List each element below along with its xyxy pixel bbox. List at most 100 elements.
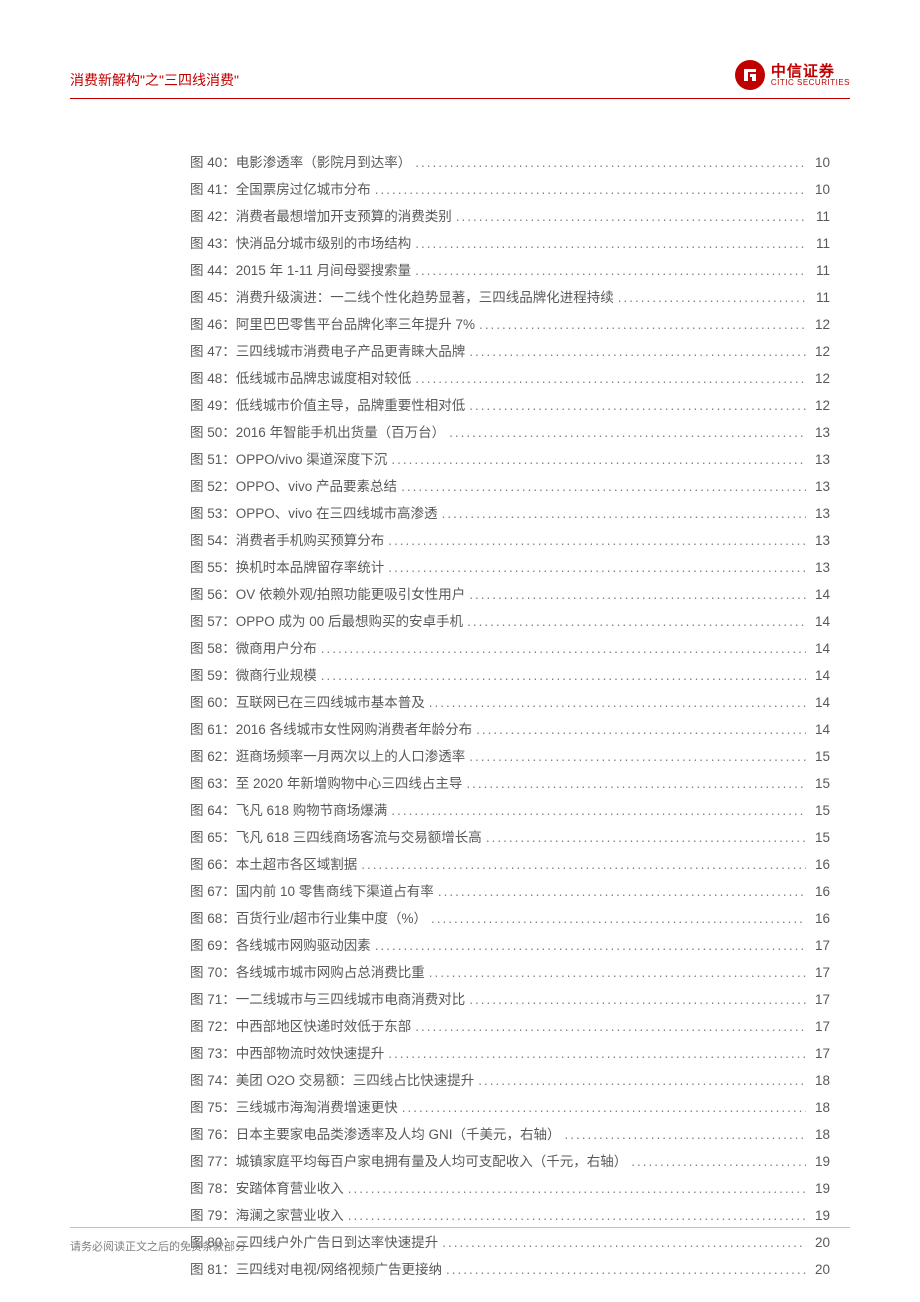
toc-page-number: 17 — [810, 1040, 830, 1067]
toc-leader-dots — [486, 824, 806, 851]
toc-leader-dots — [415, 365, 806, 392]
toc-row: 图 65：飞凡 618 三四线商场客流与交易额增长高 15 — [190, 824, 830, 851]
toc-leader-dots — [442, 500, 806, 527]
toc-title: 安踏体育营业收入 — [236, 1175, 344, 1202]
toc-leader-dots — [388, 1040, 806, 1067]
toc-title: 消费者手机购买预算分布 — [236, 527, 385, 554]
toc-leader-dots — [321, 662, 806, 689]
toc-label: 图 70： — [190, 959, 236, 986]
toc-row: 图 59：微商行业规模 14 — [190, 662, 830, 689]
footer-disclaimer: 请务必阅读正文之后的免责条款部分 — [70, 1241, 246, 1253]
toc-title: 各线城市城市网购占总消费比重 — [236, 959, 425, 986]
toc-leader-dots — [431, 905, 806, 932]
toc-page-number: 17 — [810, 986, 830, 1013]
toc-label: 图 46： — [190, 311, 236, 338]
toc-page-number: 18 — [810, 1067, 830, 1094]
toc-leader-dots — [449, 419, 806, 446]
toc-title: 中西部地区快递时效低于东部 — [236, 1013, 412, 1040]
toc-row: 图 51：OPPO/vivo 渠道深度下沉 13 — [190, 446, 830, 473]
toc-title: OV 依赖外观/拍照功能更吸引女性用户 — [236, 581, 466, 608]
toc-label: 图 48： — [190, 365, 236, 392]
toc-page-number: 13 — [810, 446, 830, 473]
toc-label: 图 57： — [190, 608, 236, 635]
toc-label: 图 59： — [190, 662, 236, 689]
toc-leader-dots — [631, 1148, 806, 1175]
toc-page-number: 16 — [810, 905, 830, 932]
toc-page-number: 15 — [810, 770, 830, 797]
toc-page-number: 12 — [810, 392, 830, 419]
toc-leader-dots — [478, 1067, 806, 1094]
toc-page-number: 10 — [810, 176, 830, 203]
toc-label: 图 72： — [190, 1013, 236, 1040]
toc-leader-dots — [415, 149, 806, 176]
toc-page-number: 10 — [810, 149, 830, 176]
toc-title: 电影渗透率（影院月到达率） — [236, 149, 412, 176]
toc-page-number: 13 — [810, 419, 830, 446]
toc-label: 图 67： — [190, 878, 236, 905]
toc-label: 图 60： — [190, 689, 236, 716]
toc-row: 图 58：微商用户分布 14 — [190, 635, 830, 662]
toc-label: 图 53： — [190, 500, 236, 527]
toc-leader-dots — [469, 338, 806, 365]
toc-title: 三四线对电视/网络视频广告更接纳 — [236, 1256, 442, 1283]
toc-title: 三线城市海淘消费增速更快 — [236, 1094, 398, 1121]
toc-leader-dots — [375, 176, 806, 203]
toc-label: 图 51： — [190, 446, 236, 473]
toc-page-number: 18 — [810, 1094, 830, 1121]
toc-row: 图 49：低线城市价值主导，品牌重要性相对低 12 — [190, 392, 830, 419]
toc-label: 图 56： — [190, 581, 236, 608]
toc-label: 图 65： — [190, 824, 236, 851]
toc-row: 图 42：消费者最想增加开支预算的消费类别 11 — [190, 203, 830, 230]
toc-title: 三四线城市消费电子产品更青睐大品牌 — [236, 338, 466, 365]
toc-page-number: 13 — [810, 527, 830, 554]
toc-page-number: 12 — [810, 311, 830, 338]
toc-title: 2016 年智能手机出货量（百万台） — [236, 419, 445, 446]
toc-page-number: 18 — [810, 1121, 830, 1148]
toc-page-number: 14 — [810, 689, 830, 716]
table-of-contents: 图 40：电影渗透率（影院月到达率） 10图 41：全国票房过亿城市分布 10图… — [70, 149, 850, 1283]
toc-row: 图 60：互联网已在三四线城市基本普及 14 — [190, 689, 830, 716]
toc-title: 互联网已在三四线城市基本普及 — [236, 689, 425, 716]
toc-leader-dots — [469, 392, 806, 419]
toc-page-number: 15 — [810, 743, 830, 770]
toc-leader-dots — [361, 851, 806, 878]
toc-leader-dots — [402, 1094, 806, 1121]
toc-row: 图 52：OPPO、vivo 产品要素总结 13 — [190, 473, 830, 500]
toc-label: 图 63： — [190, 770, 236, 797]
toc-label: 图 76： — [190, 1121, 236, 1148]
toc-row: 图 73：中西部物流时效快速提升 17 — [190, 1040, 830, 1067]
toc-leader-dots — [415, 230, 806, 257]
toc-row: 图 53：OPPO、vivo 在三四线城市高渗透 13 — [190, 500, 830, 527]
toc-title: 本土超市各区域割据 — [236, 851, 358, 878]
toc-title: OPPO 成为 00 后最想购买的安卓手机 — [236, 608, 463, 635]
toc-title: 消费者最想增加开支预算的消费类别 — [236, 203, 452, 230]
logo-text: 中信证券 CITIC SECURITIES — [771, 64, 850, 87]
toc-row: 图 45：消费升级演进：一二线个性化趋势显著，三四线品牌化进程持续 11 — [190, 284, 830, 311]
page-footer: 请务必阅读正文之后的免责条款部分 — [70, 1227, 850, 1254]
toc-row: 图 54：消费者手机购买预算分布 13 — [190, 527, 830, 554]
document-page: 消费新解构"之"三四线消费" 中信证券 CITIC SECURITIES 图 4… — [0, 0, 920, 1302]
toc-leader-dots — [469, 743, 806, 770]
toc-row: 图 79：海澜之家营业收入 19 — [190, 1202, 830, 1229]
toc-page-number: 11 — [810, 230, 830, 257]
toc-label: 图 61： — [190, 716, 236, 743]
toc-page-number: 13 — [810, 500, 830, 527]
toc-title: 国内前 10 零售商线下渠道占有率 — [236, 878, 434, 905]
toc-leader-dots — [391, 446, 806, 473]
toc-row: 图 47：三四线城市消费电子产品更青睐大品牌 12 — [190, 338, 830, 365]
toc-label: 图 71： — [190, 986, 236, 1013]
toc-leader-dots — [466, 770, 806, 797]
toc-row: 图 66：本土超市各区域割据 16 — [190, 851, 830, 878]
toc-leader-dots — [467, 608, 806, 635]
toc-row: 图 57：OPPO 成为 00 后最想购买的安卓手机 14 — [190, 608, 830, 635]
toc-row: 图 72：中西部地区快递时效低于东部 17 — [190, 1013, 830, 1040]
toc-row: 图 46：阿里巴巴零售平台品牌化率三年提升 7% 12 — [190, 311, 830, 338]
toc-label: 图 74： — [190, 1067, 236, 1094]
toc-leader-dots — [388, 554, 806, 581]
toc-title: 中西部物流时效快速提升 — [236, 1040, 385, 1067]
toc-page-number: 14 — [810, 716, 830, 743]
toc-leader-dots — [348, 1175, 806, 1202]
toc-label: 图 75： — [190, 1094, 236, 1121]
toc-page-number: 17 — [810, 932, 830, 959]
toc-leader-dots — [456, 203, 806, 230]
